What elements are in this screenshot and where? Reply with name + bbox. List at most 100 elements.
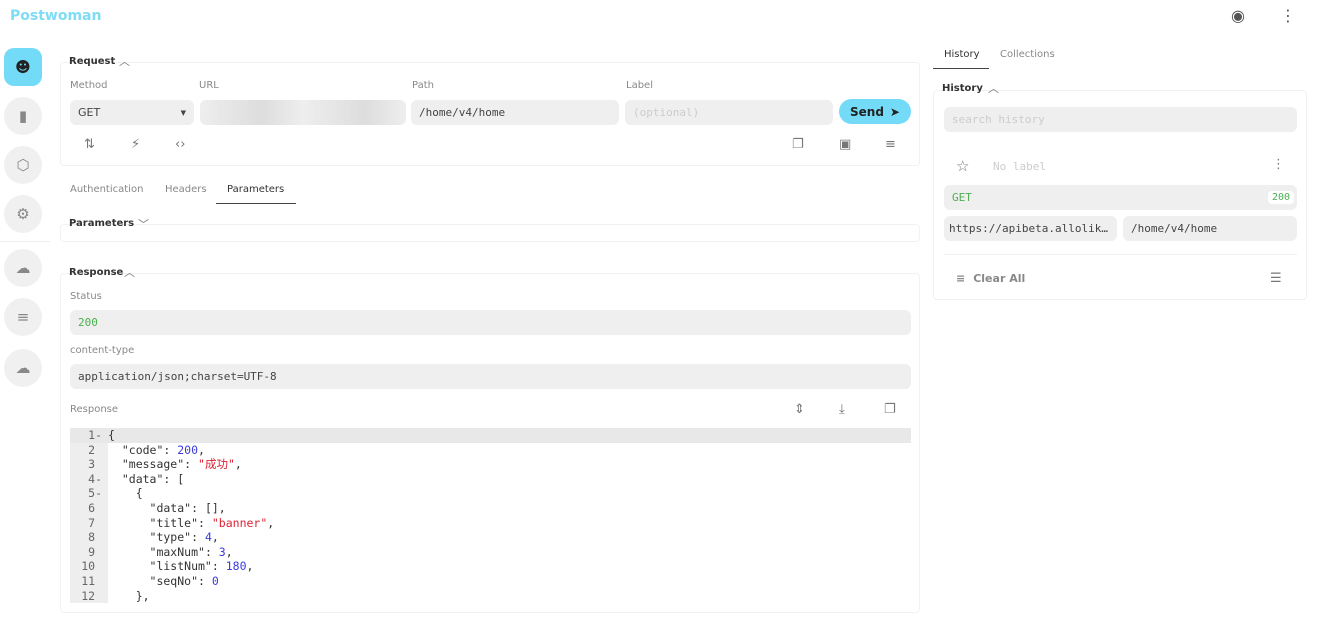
line-number: 9 [88,544,102,559]
sidebar-item-graphql[interactable]: ⬡ [4,146,42,184]
sidebar-item-realtime[interactable]: ▮ [4,97,42,135]
history-path[interactable]: /home/v4/home [1123,216,1297,241]
code-token: "maxNum" [108,544,205,559]
code-icon[interactable]: ‹› [175,137,185,152]
url-label: URL [199,80,219,91]
send-button[interactable]: Send ➤ [839,99,911,124]
path-input[interactable]: /home/v4/home [411,100,619,125]
lightning-icon[interactable]: ⚡ [131,137,140,152]
plug-icon: ▮ [18,107,28,125]
path-label: Path [412,80,434,91]
history-url[interactable]: https://apibeta.allolik… [944,216,1117,241]
code-text: }, [108,589,150,604]
code-token: "message" [108,457,185,472]
history-entry-label: No label [993,160,1046,173]
code-line: 3 "message": "成功", [70,457,911,472]
code-token: "data" [108,471,164,486]
code-text: "listNum": 180, [108,559,254,574]
status-label: Status [70,291,102,302]
code-token: , [211,530,219,545]
code-text: "title": "banner", [108,515,275,531]
history-entry[interactable]: GET 200 [944,185,1297,210]
history-title: History [942,83,983,94]
code-token: : [198,515,212,530]
cloud-icon: ☁ [15,359,31,377]
code-text: "data": [ [108,472,184,487]
code-text: "data": [], [108,501,226,516]
code-text: "code": 200, [108,443,205,458]
github-icon[interactable]: ◉ [1231,6,1245,25]
code-token: 0 [211,573,219,588]
sort-icon[interactable]: ☰ [1270,271,1282,286]
chevron-up-icon[interactable]: ︿ [124,264,135,280]
code-line: 7 "title": "banner", [70,516,911,531]
sidebar-item-cloud2[interactable]: ☁ [4,349,42,387]
gear-icon: ⚙ [16,205,30,223]
code-token: 180 [225,559,247,574]
response-editor[interactable]: 1-{2 "code": 200, 3 "message": "成功", 4- "d… [70,428,911,603]
line-number: 1- [88,428,102,442]
parameters-card [60,224,920,242]
request-title: Request [69,56,116,67]
url-input[interactable] [200,100,406,125]
code-text: "type": 4, [108,530,219,545]
code-text: "message": "成功", [108,457,242,472]
tab-history[interactable]: History [944,49,980,60]
tab-authentication[interactable]: Authentication [70,184,143,195]
import-curl-icon[interactable]: ⇅ [84,137,95,152]
code-token: , [198,442,205,457]
line-number: 2 [88,442,102,457]
graphql-icon: ⬡ [16,156,30,174]
chevron-up-icon[interactable]: ︿ [988,80,999,96]
code-line: 10 "listNum": 180, [70,559,911,574]
send-icon: ➤ [889,104,900,119]
content-type-label: content-type [70,345,135,356]
tab-collections[interactable]: Collections [1000,49,1055,60]
method-select[interactable]: GET ▼ [70,100,194,125]
sidebar-divider [0,241,50,242]
save-icon[interactable]: ▣ [839,137,851,152]
copy-response-icon[interactable]: ❐ [884,402,896,417]
chevron-up-icon[interactable]: ︿ [119,53,130,69]
line-number: 8 [88,530,102,545]
code-token: , [267,515,275,530]
code-token: { [108,428,115,442]
star-icon[interactable]: ☆ [956,157,969,175]
send-label: Send [850,104,884,119]
search-history-input[interactable]: search history [944,107,1297,132]
code-token: : [184,457,199,472]
cloud-icon: ☁ [15,259,31,277]
code-text: { [108,486,143,501]
history-method: GET [952,191,972,204]
app-logo[interactable]: Postwoman [10,8,101,24]
more-vert-icon[interactable]: ⋮ [1272,157,1285,172]
parameters-title: Parameters [69,218,135,229]
code-token: : [ [163,471,185,486]
sidebar-item-settings[interactable]: ⚙ [4,195,42,233]
label-input[interactable]: (optional) [625,100,833,125]
more-vert-icon[interactable]: ⋮ [1280,6,1296,25]
sidebar-item-docs[interactable]: ≡ [4,298,42,336]
copy-icon[interactable]: ❐ [792,137,804,152]
clear-icon[interactable]: ≡ [885,137,896,152]
download-icon[interactable]: ⤓ [839,402,845,417]
tab-parameters[interactable]: Parameters [227,184,284,195]
line-number: 10 [81,559,102,574]
code-token: "seqNo" [108,573,199,588]
code-text: "seqNo": 0 [108,574,219,589]
tab-headers[interactable]: Headers [165,184,207,195]
sidebar-item-cloud[interactable]: ☁ [4,249,42,287]
code-token: : [211,559,226,574]
chevron-down-icon[interactable]: ﹀ [138,216,149,232]
code-token: : [], [191,500,226,515]
code-line: 6 "data": [], [70,501,911,516]
code-line: 5- { [70,486,911,501]
code-token: 4 [204,530,212,545]
sidebar-item-rest[interactable]: ☻ [4,48,42,86]
dropdown-icon: ▼ [180,108,186,117]
clear-all-button[interactable]: ≡ Clear All [956,272,1025,285]
line-number: 7 [88,515,102,530]
code-token: "code" [108,442,164,457]
expand-icon[interactable]: ⇕ [794,402,805,417]
active-tab-indicator [216,203,296,204]
